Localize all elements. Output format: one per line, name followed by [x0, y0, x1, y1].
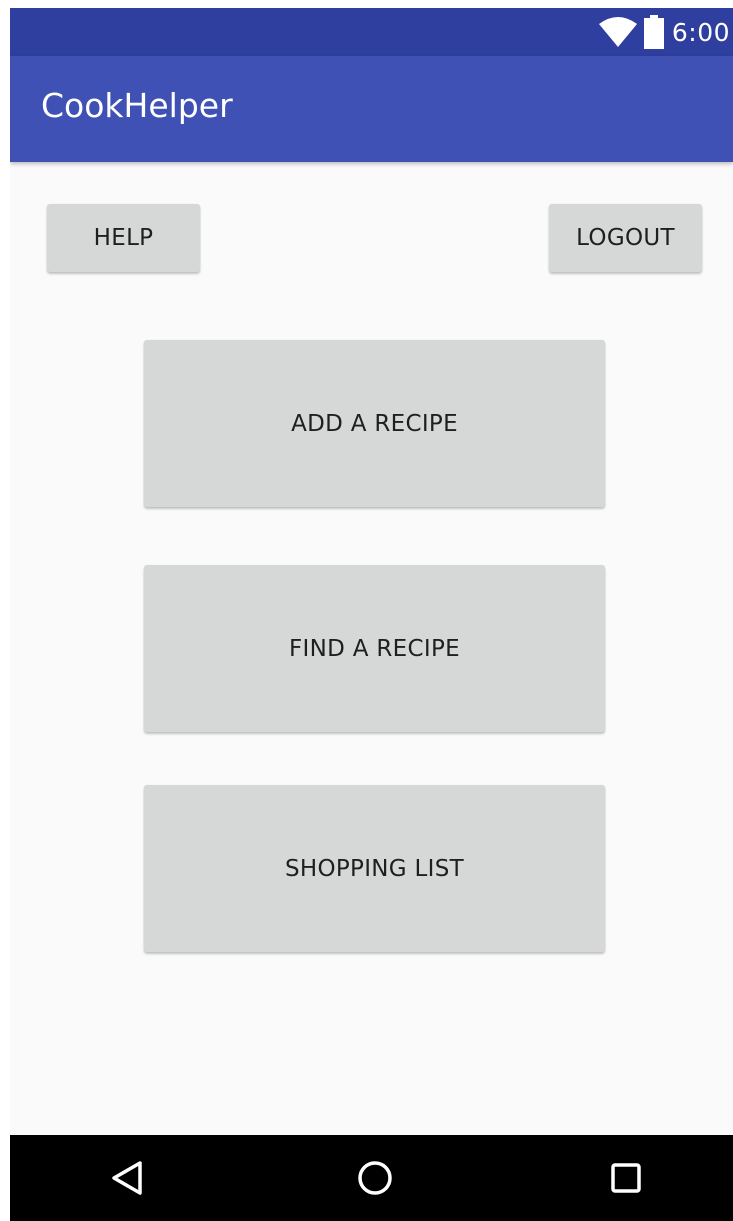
- logout-button-label: LOGOUT: [576, 225, 675, 251]
- battery-icon: [643, 15, 664, 49]
- app-bar: CookHelper: [10, 56, 733, 162]
- status-icons: 6:00: [598, 8, 730, 56]
- help-button-label: HELP: [93, 225, 154, 251]
- shopping-list-button-label: SHOPPING LIST: [284, 855, 464, 882]
- status-bar: 6:00: [10, 8, 733, 56]
- recents-button[interactable]: [603, 1155, 649, 1201]
- recents-icon: [611, 1163, 641, 1193]
- home-button[interactable]: [352, 1155, 398, 1201]
- find-recipe-button[interactable]: FIND A RECIPE: [144, 565, 605, 732]
- shopping-list-button[interactable]: SHOPPING LIST: [144, 785, 605, 952]
- logout-button[interactable]: LOGOUT: [549, 204, 702, 272]
- app-screen: 6:00 CookHelper HELP LOGOUT ADD A RECIPE…: [10, 8, 733, 1221]
- wifi-icon: [598, 17, 637, 47]
- back-button[interactable]: [104, 1155, 150, 1201]
- add-recipe-button-label: ADD A RECIPE: [291, 410, 458, 437]
- back-icon: [112, 1161, 142, 1195]
- home-icon: [358, 1161, 392, 1195]
- navigation-bar: [10, 1135, 733, 1221]
- find-recipe-button-label: FIND A RECIPE: [289, 635, 460, 662]
- status-clock: 6:00: [671, 17, 730, 47]
- app-title: CookHelper: [41, 86, 233, 125]
- add-recipe-button[interactable]: ADD A RECIPE: [144, 340, 605, 507]
- help-button[interactable]: HELP: [47, 204, 200, 272]
